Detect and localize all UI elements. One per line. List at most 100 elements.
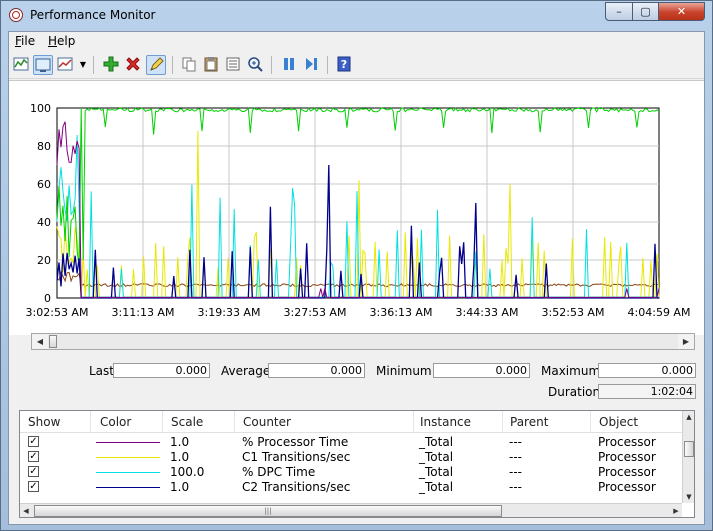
average-value: 0.000 — [268, 363, 365, 378]
copy-properties-icon[interactable] — [179, 55, 199, 75]
counter-row[interactable]: ✓ 1.0 % Processor Time _Total --- Proces… — [20, 435, 682, 450]
scroll-down-arrow-icon[interactable]: ▼ — [683, 491, 694, 503]
highlight-icon[interactable] — [146, 55, 166, 75]
add-counter-icon[interactable] — [101, 55, 121, 75]
paste-counter-list-icon[interactable] — [201, 55, 221, 75]
y-tick-label: 60 — [37, 178, 51, 191]
time-scrollbar[interactable]: ◀ ▶ — [31, 333, 695, 350]
client-area: File Help ▼ ? 100 80 60 40 20 0 3:02:53 … — [8, 31, 705, 525]
x-tick-label: 3:11:13 AM — [112, 306, 175, 319]
legend-horizontal-thumb[interactable]: ||| — [34, 505, 502, 517]
column-show[interactable]: Show — [28, 415, 60, 429]
scale-value: 100.0 — [170, 465, 205, 479]
minimum-label: Minimum — [376, 364, 432, 378]
title-bar[interactable]: Performance Monitor – ▢ ✕ — [1, 1, 712, 31]
legend-vertical-scrollbar[interactable]: ▲ ▼ — [682, 411, 694, 503]
counter-row[interactable]: ✓ 1.0 C1 Transitions/sec _Total --- Proc… — [20, 450, 682, 465]
color-swatch — [96, 457, 160, 458]
maximum-label: Maximum — [541, 364, 601, 378]
scroll-right-arrow-icon[interactable]: ▶ — [670, 504, 682, 517]
object-name: Processor — [598, 435, 656, 449]
instance-name: _Total — [419, 480, 454, 494]
counter-name: % Processor Time — [242, 435, 349, 449]
column-divider — [234, 411, 235, 432]
y-tick-label: 20 — [37, 254, 51, 267]
maximum-value: 0.000 — [598, 363, 696, 378]
dropdown-arrow-icon[interactable]: ▼ — [77, 55, 89, 75]
x-tick-label: 3:36:13 AM — [370, 306, 433, 319]
performance-monitor-window: Performance Monitor – ▢ ✕ File Help ▼ ? … — [0, 0, 713, 531]
legend-vertical-thumb[interactable] — [684, 441, 694, 457]
column-divider — [413, 411, 414, 432]
properties-icon[interactable] — [223, 55, 243, 75]
scroll-left-arrow-icon[interactable]: ◀ — [20, 504, 32, 517]
color-swatch — [96, 442, 160, 443]
object-name: Processor — [598, 480, 656, 494]
column-color[interactable]: Color — [100, 415, 131, 429]
x-tick-label: 3:02:53 AM — [26, 306, 89, 319]
performance-monitor-app-icon[interactable] — [9, 8, 23, 22]
delete-counter-icon[interactable] — [123, 55, 143, 75]
freeze-display-icon[interactable] — [279, 55, 299, 75]
instance-name: _Total — [419, 450, 454, 464]
show-checkbox[interactable]: ✓ — [28, 451, 39, 462]
object-name: Processor — [598, 465, 656, 479]
show-checkbox[interactable]: ✓ — [28, 466, 39, 477]
svg-text:?: ? — [341, 58, 347, 71]
update-data-icon[interactable] — [301, 55, 321, 75]
column-object[interactable]: Object — [599, 415, 638, 429]
minimize-button[interactable]: – — [605, 2, 633, 21]
help-icon[interactable]: ? — [334, 55, 354, 75]
parent-name: --- — [509, 435, 522, 449]
toolbar-separator — [93, 56, 94, 74]
counter-row[interactable]: ✓ 100.0 % DPC Time _Total --- Processor — [20, 465, 682, 480]
scroll-up-arrow-icon[interactable]: ▲ — [683, 411, 694, 423]
x-tick-label: 4:04:59 AM — [628, 306, 691, 319]
x-tick-label: 3:19:33 AM — [198, 306, 261, 319]
menu-help[interactable]: Help — [48, 34, 75, 48]
column-divider — [590, 411, 591, 432]
x-tick-label: 3:52:53 AM — [542, 306, 605, 319]
last-label: Last — [89, 364, 114, 378]
time-scrollbar-thumb[interactable] — [49, 335, 57, 348]
toolbar-separator — [327, 56, 328, 74]
zoom-icon[interactable] — [245, 55, 265, 75]
duration-value: 1:02:04 — [598, 384, 696, 399]
graph-panel: 100 80 60 40 20 0 3:02:53 AM 3:11:13 AM 3:19:33 … — [9, 80, 704, 335]
y-tick-label: 100 — [30, 102, 51, 115]
close-button[interactable]: ✕ — [658, 2, 705, 21]
y-tick-label: 40 — [37, 216, 51, 229]
show-checkbox[interactable]: ✓ — [28, 436, 39, 447]
column-divider — [162, 411, 163, 432]
legend-horizontal-scrollbar[interactable]: ◀ ||| ▶ — [20, 503, 682, 517]
menu-file[interactable]: File — [15, 34, 35, 48]
maximize-button[interactable]: ▢ — [632, 2, 659, 21]
scroll-right-arrow-icon[interactable]: ▶ — [678, 334, 694, 349]
toolbar-separator — [271, 56, 272, 74]
column-divider — [502, 411, 503, 432]
column-parent[interactable]: Parent — [510, 415, 548, 429]
change-graph-type-icon[interactable] — [11, 55, 31, 75]
parent-name: --- — [509, 450, 522, 464]
scale-value: 1.0 — [170, 435, 190, 449]
last-value: 0.000 — [113, 363, 210, 378]
counter-name: C1 Transitions/sec — [242, 450, 351, 464]
menu-help-label: elp — [57, 34, 76, 48]
column-instance[interactable]: Instance — [420, 415, 471, 429]
duration-label: Duration — [548, 385, 601, 399]
scroll-left-arrow-icon[interactable]: ◀ — [32, 334, 48, 349]
legend-header: Show Color Scale Counter Instance Parent… — [20, 411, 682, 433]
view-current-activity-icon[interactable] — [33, 55, 53, 75]
column-counter[interactable]: Counter — [243, 415, 291, 429]
toolbar-separator — [172, 56, 173, 74]
menu-bar: File Help — [9, 32, 704, 50]
view-log-data-icon[interactable] — [55, 55, 75, 75]
y-tick-label: 0 — [44, 292, 51, 305]
performance-line-chart[interactable]: 100 80 60 40 20 03:02:53 AM 3:11:13 AM 3:19:33 … — [9, 81, 704, 335]
average-label: Average — [221, 364, 271, 378]
counter-legend: Show Color Scale Counter Instance Parent… — [19, 410, 695, 518]
column-scale[interactable]: Scale — [171, 415, 203, 429]
counter-row[interactable]: ✓ 1.0 C2 Transitions/sec _Total --- Proc… — [20, 480, 682, 495]
show-checkbox[interactable]: ✓ — [28, 481, 39, 492]
minimum-value: 0.000 — [433, 363, 530, 378]
